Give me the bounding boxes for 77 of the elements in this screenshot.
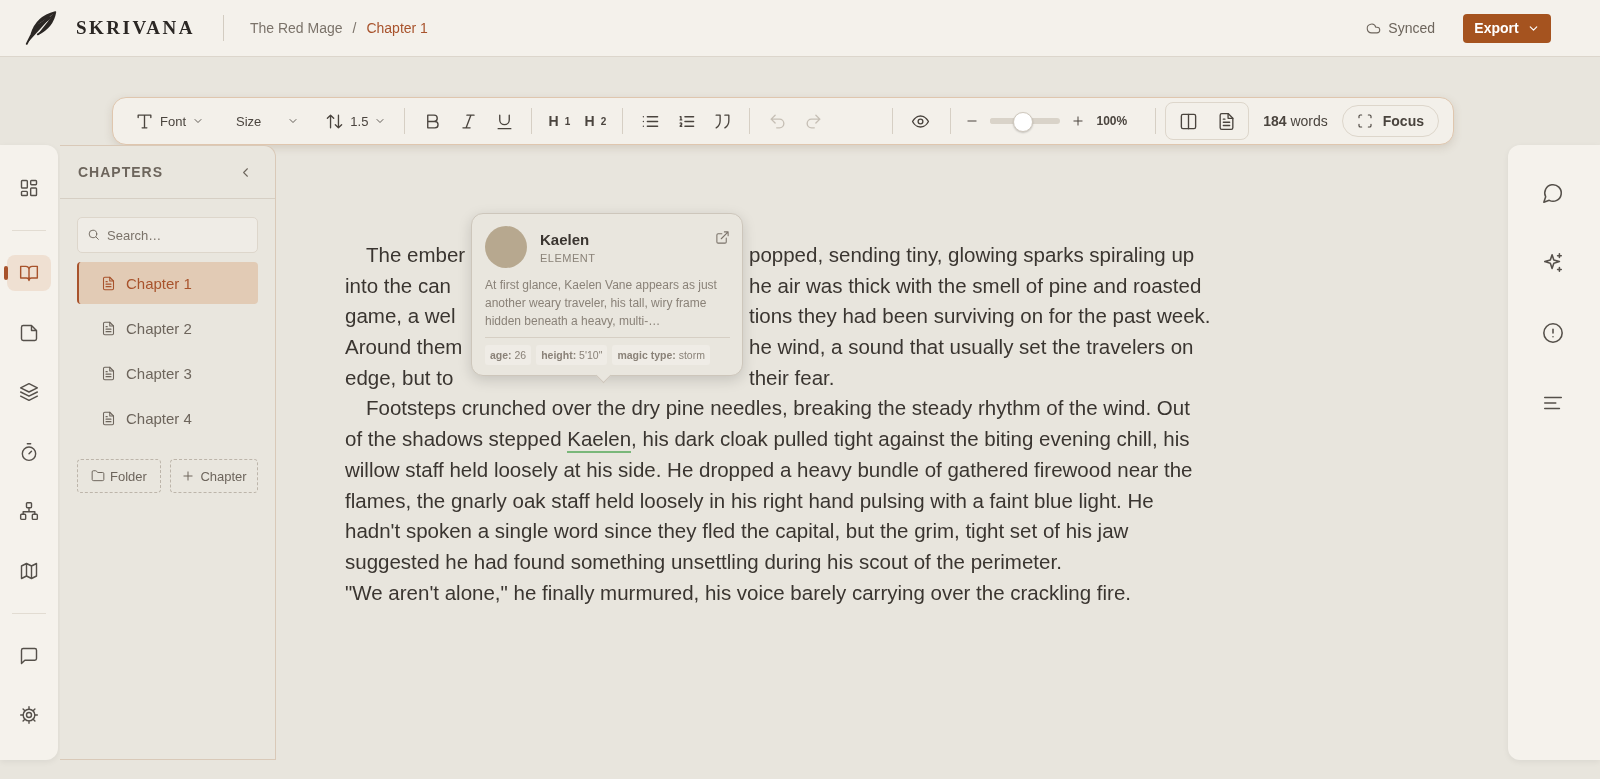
document-icon [101, 320, 116, 336]
text-line: Footsteps crunched over the dry pine needles, breaking the steady rhythm of the wind. Out [366, 396, 1190, 420]
breadcrumb-item[interactable]: Chapter 1 [366, 20, 428, 36]
text-line: he wind, a sound that usually set the travelers on [749, 334, 1194, 361]
element-type: ELEMENT [540, 251, 596, 264]
plus-icon [1071, 114, 1086, 128]
text-type-icon [135, 111, 154, 131]
word-count: 184 words [1263, 113, 1328, 129]
font-dropdown[interactable]: Font [135, 105, 212, 137]
size-dropdown[interactable]: Size [236, 105, 300, 137]
zoom-slider[interactable] [990, 112, 1061, 130]
text-line: of the shadows stepped [345, 427, 563, 451]
text-line: The ember [366, 242, 467, 268]
chapter-item[interactable]: Chapter 1 [77, 262, 258, 304]
document-icon [1216, 111, 1236, 131]
text-line: into the can [345, 272, 452, 299]
brand-name: SKRIVANA [76, 17, 195, 39]
arrows-up-down-icon [325, 111, 345, 131]
split-view-icon [1178, 111, 1198, 131]
chapter-item[interactable]: Chapter 3 [77, 352, 258, 394]
settings-icon [19, 705, 39, 725]
mention-link[interactable]: Kaelen [567, 427, 632, 454]
new-chapter-button[interactable]: Chapter [170, 459, 258, 493]
alert-button[interactable] [1542, 321, 1566, 345]
book-icon [19, 263, 39, 283]
note-icon [19, 322, 39, 343]
ai-sparkle-icon [1542, 252, 1564, 274]
grid-icon [19, 178, 39, 198]
cloud-icon [1366, 20, 1382, 36]
document-icon [101, 365, 116, 381]
avatar-placeholder [485, 226, 527, 268]
new-folder-button[interactable]: Folder [77, 459, 161, 493]
comments-icon [1542, 182, 1564, 204]
panel-title: CHAPTERS [78, 164, 163, 180]
layers-icon [19, 382, 39, 402]
chapter-item[interactable]: Chapter 4 [77, 397, 258, 439]
breadcrumb-separator: / [352, 20, 357, 36]
book-button[interactable] [7, 255, 51, 291]
breadcrumb-item[interactable]: The Red Mage [249, 20, 343, 36]
text-line: "We aren't alone," he finally murmured, his voice barely carrying over the crackling fire. [345, 580, 1132, 604]
document-icon [101, 275, 116, 291]
document-icon [101, 410, 116, 426]
text-line: tions they had been surviving on for the past week. [749, 303, 1211, 330]
text-line: their fear. [749, 364, 835, 391]
external-link-icon [715, 230, 730, 245]
text-line: game, a wel [345, 303, 457, 330]
text-line: willow staff held loosely at his side. He dropped a heavy bundle of gathered firewood near the [345, 457, 1193, 481]
sync-status: Synced [1388, 20, 1435, 36]
text-line: Around them [345, 334, 464, 361]
attribute-tag: age: 26 [485, 345, 532, 365]
map-icon [19, 560, 39, 581]
chat-icon [19, 645, 39, 666]
text-line: , his dark cloak pulled tight against the biting evening chill, his [631, 427, 1190, 451]
chapter-item[interactable]: Chapter 2 [77, 307, 258, 349]
attribute-tag: height: 5'10" [536, 345, 608, 365]
text-line: he air was thick with the smell of pine and roasted [749, 272, 1202, 299]
text-line: suggested he had found something unsettling during his scout of the perimeter. [345, 549, 1062, 573]
text-line: flames, the gnarly oak staff held loosely in his right hand pulsing with a faint blue light. He [345, 488, 1154, 512]
timer-icon [19, 441, 39, 462]
search-icon [87, 228, 100, 241]
zoom-reading: 100% [1096, 114, 1128, 128]
focus-frame-icon [1356, 113, 1373, 129]
text-line: edge, but to [345, 364, 455, 391]
hierarchy-icon [19, 501, 39, 521]
export-button[interactable]: Export [1463, 13, 1551, 43]
plus-icon [181, 469, 196, 483]
line-spacing-dropdown[interactable]: 1.5 [325, 105, 387, 137]
alert-icon [1542, 322, 1564, 344]
element-name: Kaelen [540, 230, 591, 248]
active-indicator [4, 266, 8, 280]
attribute-tag: magic type: storm [612, 345, 710, 365]
text-line: hadn't spoken a single word since they fled the capital, but the grim, tight set of his jaw [345, 519, 1129, 543]
folder-icon [91, 469, 106, 483]
text-line: popped, sending tiny, glowing sparks spiraling up [749, 242, 1195, 268]
search-field[interactable]: Search… [77, 217, 258, 253]
open-external-button[interactable] [715, 230, 730, 245]
element-description: At first glance, Kaelen Vane appears as just another weary traveler, his tall, wiry frame hidden beneath a heavy, multi-… [485, 277, 718, 330]
